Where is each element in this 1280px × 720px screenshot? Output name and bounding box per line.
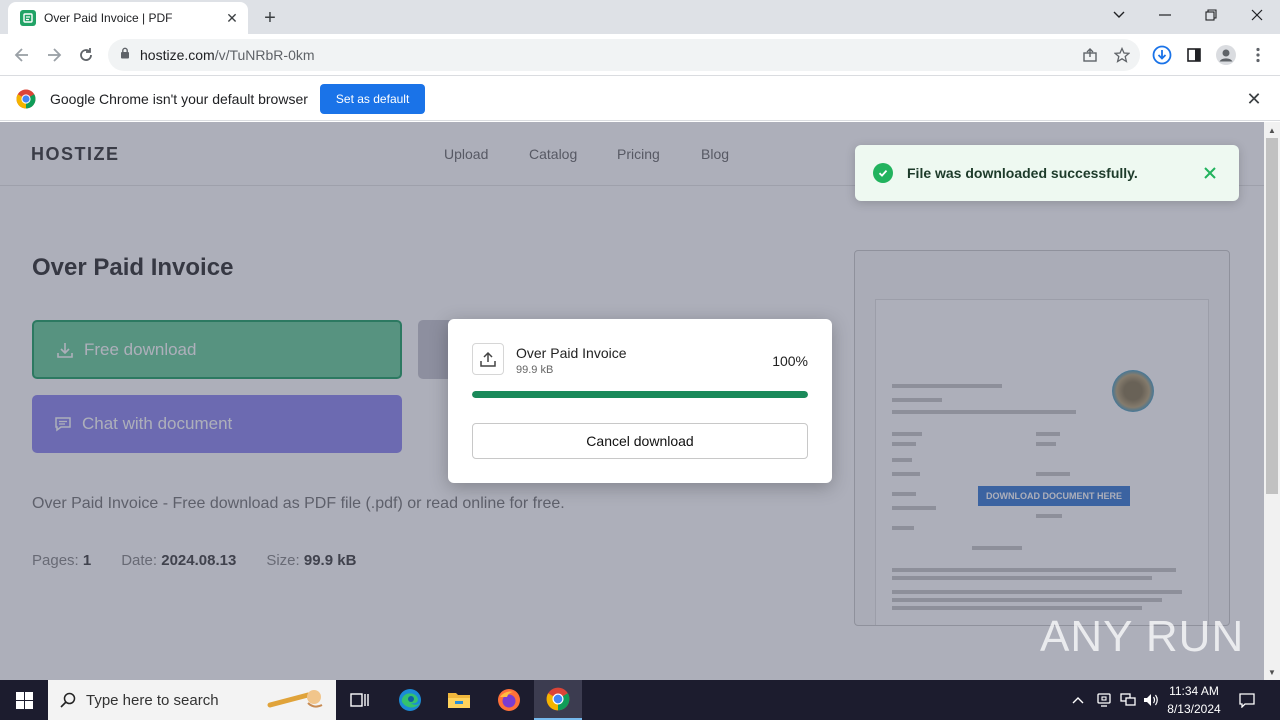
address-bar[interactable]: hostize.com/v/TuNRbR-0km <box>108 39 1140 71</box>
taskbar-search-placeholder: Type here to search <box>86 691 219 709</box>
download-file-size: 99.9 kB <box>516 364 554 376</box>
url-text: hostize.com/v/TuNRbR-0km <box>140 47 315 63</box>
infobar-message: Google Chrome isn't your default browser <box>50 90 308 107</box>
scroll-thumb[interactable] <box>1266 138 1278 494</box>
cancel-download-button[interactable]: Cancel download <box>472 423 808 459</box>
browser-title-bar: Over Paid Invoice | PDF ✕ + <box>0 0 1280 34</box>
anyrun-watermark: ANY RUN <box>1040 612 1244 662</box>
volume-icon[interactable] <box>1140 680 1162 720</box>
search-highlight-pencil-icon <box>264 687 328 713</box>
side-panel-icon[interactable] <box>1182 43 1206 67</box>
url-host: hostize.com <box>140 47 215 63</box>
edge-browser-icon[interactable] <box>386 680 434 720</box>
scroll-up-icon[interactable]: ▲ <box>1264 122 1280 138</box>
notification-icon[interactable] <box>1234 680 1260 720</box>
document-favicon-icon <box>20 10 36 26</box>
forward-arrow-icon[interactable] <box>40 41 68 69</box>
windows-taskbar: Type here to search 11:34 AM 8/13/2024 <box>0 680 1280 720</box>
url-path: /v/TuNRbR-0km <box>214 47 315 63</box>
browser-tab[interactable]: Over Paid Invoice | PDF ✕ <box>8 2 248 34</box>
menu-kebab-icon[interactable] <box>1246 43 1270 67</box>
tab-search-chevron-icon[interactable] <box>1096 0 1142 30</box>
new-tab-icon[interactable]: + <box>258 6 282 30</box>
task-view-icon[interactable] <box>336 680 384 720</box>
page-scrollbar[interactable]: ▲ ▼ <box>1264 122 1280 680</box>
chrome-taskbar-icon[interactable] <box>534 680 582 720</box>
download-progress-fill <box>472 391 808 398</box>
share-icon[interactable] <box>1078 43 1102 67</box>
close-window-icon[interactable] <box>1234 0 1280 30</box>
taskbar-search-box[interactable]: Type here to search <box>48 680 336 720</box>
browser-toolbar: hostize.com/v/TuNRbR-0km <box>0 34 1280 76</box>
set-as-default-button[interactable]: Set as default <box>319 83 426 114</box>
check-circle-icon <box>873 163 893 183</box>
clock-date: 8/13/2024 <box>1167 702 1221 716</box>
toast-close-icon[interactable] <box>1201 164 1219 182</box>
bookmark-star-icon[interactable] <box>1110 43 1134 67</box>
profile-avatar-icon[interactable] <box>1214 43 1238 67</box>
page-viewport: HOSTIZE Upload Catalog Pricing Blog Over… <box>0 122 1264 680</box>
download-icon[interactable] <box>1150 43 1174 67</box>
download-dialog: Over Paid Invoice 99.9 kB 100% Cancel do… <box>448 319 832 483</box>
lock-icon <box>120 46 130 64</box>
tray-chevron-up-icon[interactable] <box>1066 680 1090 720</box>
download-percent: 100% <box>772 353 808 369</box>
chrome-logo-icon <box>16 89 36 109</box>
tray-device-icon[interactable] <box>1092 680 1116 720</box>
network-icon[interactable] <box>1116 680 1140 720</box>
minimize-icon[interactable] <box>1142 0 1188 30</box>
tab-close-icon[interactable]: ✕ <box>224 10 240 26</box>
download-progress-bar <box>472 391 808 398</box>
success-toast: File was downloaded successfully. <box>855 145 1239 201</box>
taskbar-clock[interactable]: 11:34 AM 8/13/2024 <box>1160 682 1228 718</box>
search-icon <box>60 692 76 708</box>
clock-time: 11:34 AM <box>1169 684 1219 698</box>
scroll-down-icon[interactable]: ▼ <box>1264 664 1280 680</box>
default-browser-infobar: Google Chrome isn't your default browser… <box>0 77 1280 121</box>
windows-start-icon[interactable] <box>0 680 48 720</box>
watermark-text: ANY RUN <box>1040 612 1245 661</box>
download-file-name: Over Paid Invoice <box>516 345 627 361</box>
restore-icon[interactable] <box>1188 0 1234 30</box>
upload-arrow-icon <box>472 343 504 375</box>
tab-title: Over Paid Invoice | PDF <box>44 11 173 25</box>
firefox-icon[interactable] <box>485 680 533 720</box>
infobar-close-icon[interactable]: ✕ <box>1244 89 1264 109</box>
toast-message: File was downloaded successfully. <box>907 165 1138 181</box>
reload-icon[interactable] <box>72 41 100 69</box>
back-arrow-icon[interactable] <box>8 41 36 69</box>
file-explorer-icon[interactable] <box>435 680 483 720</box>
